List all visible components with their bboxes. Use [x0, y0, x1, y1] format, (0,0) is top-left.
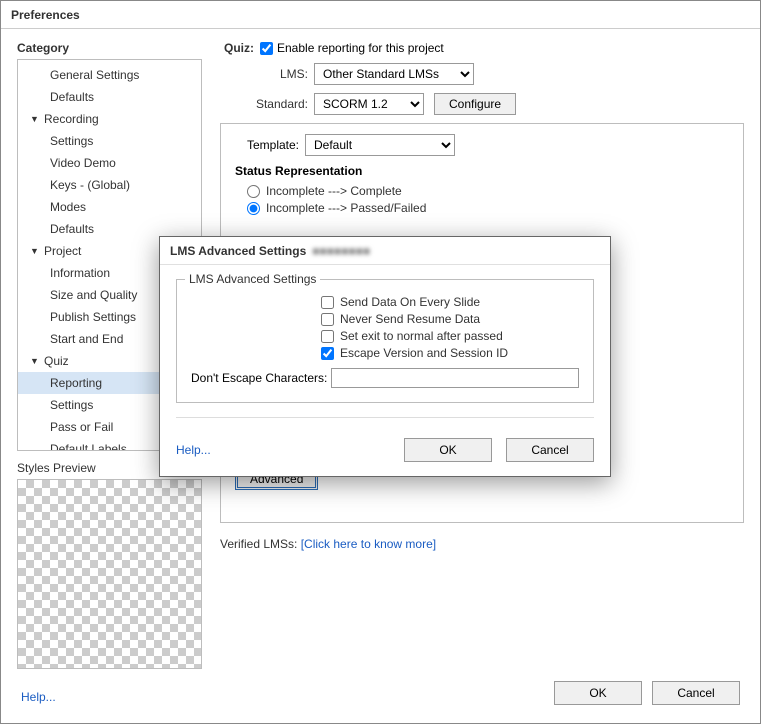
enable-reporting-label: Enable reporting for this project	[277, 41, 444, 55]
dialog-help-link[interactable]: Help...	[176, 443, 211, 457]
standard-select[interactable]: SCORM 1.2	[314, 93, 424, 115]
status-complete-label: Incomplete ---> Complete	[266, 184, 402, 198]
tree-item[interactable]: Keys - (Global)	[18, 174, 201, 196]
dialog-cancel-button[interactable]: Cancel	[506, 438, 594, 462]
chevron-down-icon[interactable]: ▼	[30, 110, 40, 128]
tree-item[interactable]: Video Demo	[18, 152, 201, 174]
never-resume-label: Never Send Resume Data	[340, 312, 480, 326]
tree-item[interactable]: Defaults	[18, 86, 201, 108]
status-passed-radio[interactable]	[247, 202, 260, 215]
lms-label: LMS:	[254, 67, 314, 81]
tree-item[interactable]: Modes	[18, 196, 201, 218]
verified-label: Verified LMSs:	[220, 537, 297, 551]
tree-group[interactable]: ▼Recording	[18, 108, 201, 130]
dialog-ok-button[interactable]: OK	[404, 438, 492, 462]
verified-link[interactable]: [Click here to know more]	[301, 537, 436, 551]
category-heading: Category	[17, 41, 202, 55]
standard-label: Standard:	[254, 97, 314, 111]
send-data-checkbox[interactable]	[321, 296, 334, 309]
tree-group-label: Project	[44, 242, 81, 260]
configure-button[interactable]: Configure	[434, 93, 516, 115]
template-label: Template:	[235, 138, 305, 152]
cancel-button[interactable]: Cancel	[652, 681, 740, 705]
tree-group-label: Recording	[44, 110, 99, 128]
dialog-title: LMS Advanced Settings	[170, 244, 306, 258]
chevron-down-icon[interactable]: ▼	[30, 352, 40, 370]
dont-escape-input[interactable]	[331, 368, 579, 388]
send-data-label: Send Data On Every Slide	[340, 295, 480, 309]
exit-normal-label: Set exit to normal after passed	[340, 329, 503, 343]
lms-select[interactable]: Other Standard LMSs	[314, 63, 474, 85]
ok-button[interactable]: OK	[554, 681, 642, 705]
tree-group-label: Quiz	[44, 352, 69, 370]
status-passed-label: Incomplete ---> Passed/Failed	[266, 201, 426, 215]
fieldset-legend: LMS Advanced Settings	[185, 272, 320, 286]
lms-advanced-dialog: LMS Advanced Settings ■■■■■■■■ LMS Advan…	[159, 236, 611, 477]
never-resume-checkbox[interactable]	[321, 313, 334, 326]
escape-version-checkbox[interactable]	[321, 347, 334, 360]
status-complete-radio[interactable]	[247, 185, 260, 198]
status-rep-title: Status Representation	[235, 164, 729, 178]
template-select[interactable]: Default	[305, 134, 455, 156]
tree-item[interactable]: Settings	[18, 130, 201, 152]
help-link[interactable]: Help...	[21, 690, 56, 704]
tree-item[interactable]: General Settings	[18, 64, 201, 86]
escape-version-label: Escape Version and Session ID	[340, 346, 508, 360]
window-title: Preferences	[1, 1, 760, 29]
enable-reporting-checkbox[interactable]	[260, 42, 273, 55]
quiz-label: Quiz:	[220, 41, 260, 55]
exit-normal-checkbox[interactable]	[321, 330, 334, 343]
chevron-down-icon[interactable]: ▼	[30, 242, 40, 260]
dont-escape-label: Don't Escape Characters:	[191, 371, 327, 385]
styles-preview	[17, 479, 202, 669]
